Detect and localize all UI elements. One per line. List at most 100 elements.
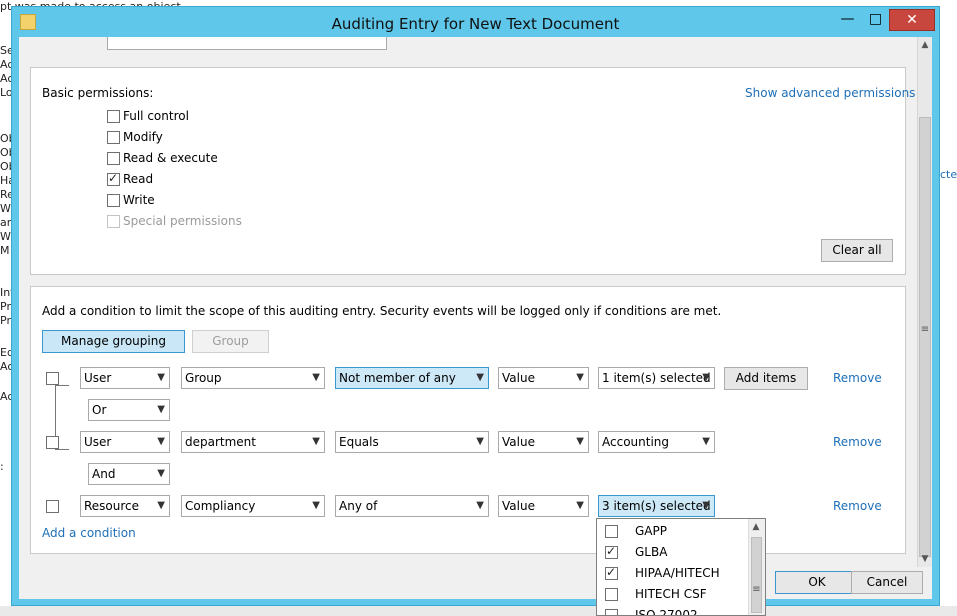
condition-row-checkbox[interactable]	[46, 500, 59, 513]
group-button: Group	[192, 330, 269, 353]
dropdown-item-label: HIPAA/HITECH	[635, 566, 720, 580]
dropdown-item-checkbox[interactable]	[605, 525, 618, 538]
conditions-panel: Add a condition to limit the scope of th…	[30, 286, 906, 554]
read-execute-checkbox[interactable]	[107, 152, 120, 165]
background-text: M	[0, 244, 10, 257]
dropdown-scrollbar[interactable]: ▲ ≡	[748, 519, 765, 615]
vertical-scrollbar[interactable]: ▲ ≡ ▼	[917, 37, 932, 567]
dropdown-item-hipaa[interactable]: HIPAA/HITECH	[597, 563, 747, 584]
condition-attribute-value: Compliancy	[185, 499, 256, 513]
maximize-button[interactable]: □	[862, 9, 889, 31]
condition-type-select[interactable]: User ▼	[80, 367, 170, 389]
dropdown-item-checkbox[interactable]	[605, 588, 618, 601]
read-checkbox[interactable]	[107, 171, 120, 186]
condition-type-select[interactable]: Resource ▼	[80, 495, 170, 517]
scroll-up-icon[interactable]: ▲	[918, 37, 932, 53]
condition-attribute-select[interactable]: Group ▼	[181, 367, 325, 389]
condition-value-select[interactable]: 1 item(s) selected ▼	[598, 367, 715, 389]
title-bar[interactable]: Auditing Entry for New Text Document — □…	[12, 7, 939, 37]
background-text: :	[0, 460, 4, 473]
connector-select-and[interactable]: And ▼	[88, 463, 170, 485]
condition-operator-select[interactable]: Not member of any ▼	[335, 367, 489, 389]
scroll-down-icon[interactable]: ▼	[918, 551, 932, 567]
ok-button[interactable]: OK	[775, 571, 859, 594]
scroll-content: Basic permissions: Show advanced permiss…	[19, 37, 916, 567]
scroll-up-icon[interactable]: ▲	[749, 519, 763, 535]
special-permissions-checkbox	[107, 215, 120, 228]
dropdown-item-checkbox[interactable]	[605, 544, 618, 559]
condition-operator-value: Equals	[339, 435, 379, 449]
chevron-down-icon: ▼	[312, 436, 320, 447]
condition-value-type-value: Value	[502, 499, 535, 513]
dropdown-item-glba[interactable]: GLBA	[597, 542, 747, 563]
remove-condition-link[interactable]: Remove	[833, 435, 882, 449]
dropdown-item-label: GAPP	[635, 524, 667, 538]
condition-value-type-value: Value	[502, 371, 535, 385]
remove-condition-link[interactable]: Remove	[833, 499, 882, 513]
dropdown-item-hitech-csf[interactable]: HITECH CSF	[597, 584, 747, 605]
condition-operator-select[interactable]: Any of ▼	[335, 495, 489, 517]
condition-value-type-select[interactable]: Value ▼	[498, 367, 589, 389]
write-checkbox[interactable]	[107, 194, 120, 207]
close-button[interactable]: ✕	[889, 9, 935, 31]
condition-row-checkbox[interactable]	[46, 372, 59, 385]
background-text: Pr	[0, 300, 11, 313]
dropdown-item-gapp[interactable]: GAPP	[597, 521, 747, 542]
dropdown-item-iso[interactable]: ISO 27002	[597, 605, 747, 616]
dropdown-item-label: ISO 27002	[635, 608, 698, 616]
condition-value-select-open[interactable]: 3 item(s) selected ▼	[598, 495, 715, 517]
value-dropdown-list[interactable]: GAPP GLBA HIPAA/HITECH HITECH CSF ISO 27…	[596, 518, 766, 616]
connector-select-or[interactable]: Or ▼	[88, 399, 170, 421]
chevron-down-icon: ▼	[157, 436, 165, 447]
condition-value-type-value: Value	[502, 435, 535, 449]
add-condition-link[interactable]: Add a condition	[42, 526, 136, 540]
condition-type-value: User	[84, 435, 112, 449]
condition-attribute-select[interactable]: Compliancy ▼	[181, 495, 325, 517]
dropdown-item-checkbox[interactable]	[605, 565, 618, 580]
show-advanced-permissions-link[interactable]: Show advanced permissions	[745, 86, 915, 100]
chevron-down-icon: ▼	[702, 500, 710, 511]
chevron-down-icon: ▼	[157, 468, 165, 479]
background-window-right: cted	[940, 0, 957, 616]
chevron-down-icon: ▼	[576, 436, 584, 447]
manage-grouping-button[interactable]: Manage grouping	[42, 330, 185, 353]
dialog-client-area: Basic permissions: Show advanced permiss…	[19, 37, 932, 599]
type-field-partial[interactable]	[107, 37, 387, 50]
grip-icon: ≡	[752, 584, 761, 595]
cancel-button[interactable]: Cancel	[851, 571, 923, 594]
condition-row-checkbox[interactable]	[46, 436, 59, 449]
modify-checkbox[interactable]	[107, 131, 120, 144]
condition-attribute-value: Group	[185, 371, 222, 385]
scrollbar-thumb[interactable]: ≡	[919, 117, 931, 557]
condition-value-value: Accounting	[602, 435, 670, 449]
condition-attribute-value: department	[185, 435, 256, 449]
special-permissions-label: Special permissions	[123, 214, 242, 228]
condition-type-value: User	[84, 371, 112, 385]
add-items-button[interactable]: Add items	[724, 367, 808, 390]
condition-operator-select[interactable]: Equals ▼	[335, 431, 489, 453]
full-control-checkbox[interactable]	[107, 110, 120, 123]
chevron-down-icon: ▼	[157, 404, 165, 415]
condition-value-select[interactable]: Accounting ▼	[598, 431, 715, 453]
condition-operator-value: Not member of any	[339, 371, 456, 385]
background-window-left: pt was made to access an object. Se Ac A…	[0, 0, 184, 616]
chevron-down-icon: ▼	[157, 372, 165, 383]
read-execute-label: Read & execute	[123, 151, 218, 165]
chevron-down-icon: ▼	[702, 436, 710, 447]
dropdown-scrollbar-thumb[interactable]: ≡	[751, 537, 762, 613]
condition-value-type-select[interactable]: Value ▼	[498, 495, 589, 517]
dropdown-item-label: GLBA	[635, 545, 668, 559]
connector-value: Or	[92, 403, 107, 417]
minimize-button[interactable]: —	[834, 9, 861, 31]
dropdown-item-checkbox[interactable]	[605, 609, 618, 615]
basic-permissions-heading: Basic permissions:	[42, 86, 154, 100]
chevron-down-icon: ▼	[312, 500, 320, 511]
auditing-entry-dialog: Auditing Entry for New Text Document — □…	[11, 6, 940, 606]
remove-condition-link[interactable]: Remove	[833, 371, 882, 385]
clear-all-button[interactable]: Clear all	[821, 239, 893, 262]
condition-value-value: 1 item(s) selected	[602, 371, 711, 385]
condition-type-select[interactable]: User ▼	[80, 431, 170, 453]
chevron-down-icon: ▼	[157, 500, 165, 511]
condition-value-type-select[interactable]: Value ▼	[498, 431, 589, 453]
condition-attribute-select[interactable]: department ▼	[181, 431, 325, 453]
